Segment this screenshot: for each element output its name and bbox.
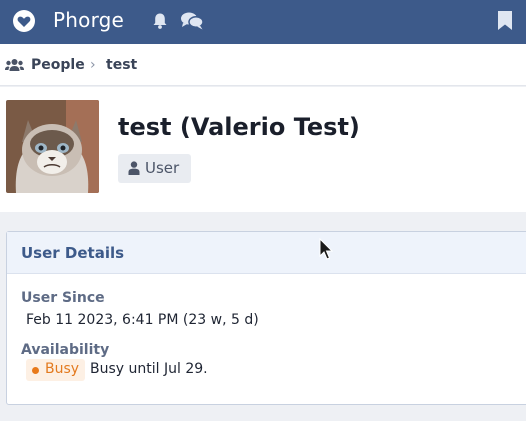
availability-text: Busy until Jul 29. xyxy=(90,361,208,377)
user-icon xyxy=(128,161,140,175)
bell-icon[interactable] xyxy=(151,12,169,30)
mouse-cursor-icon xyxy=(319,238,333,260)
avatar[interactable] xyxy=(6,100,99,193)
role-tag[interactable]: User xyxy=(118,154,191,183)
panel-header: User Details xyxy=(7,232,526,274)
profile-name: test (Valerio Test) xyxy=(118,113,360,141)
busy-dot-icon xyxy=(32,367,39,374)
cat-avatar-image xyxy=(6,100,99,193)
breadcrumb-people-link[interactable]: People xyxy=(31,57,85,73)
user-since-value: Feb 11 2023, 6:41 PM (23 w, 5 d) xyxy=(26,312,259,328)
people-icon xyxy=(5,59,24,71)
top-bar: Phorge xyxy=(0,0,526,44)
breadcrumb: People › test xyxy=(0,44,526,86)
availability-status-badge: Busy xyxy=(26,359,85,381)
user-details-panel: User Details User Since Feb 11 2023, 6:4… xyxy=(6,231,526,405)
breadcrumb-separator: › xyxy=(90,57,96,73)
heart-icon[interactable] xyxy=(12,9,36,33)
chat-icon[interactable] xyxy=(180,11,204,31)
bookmark-icon[interactable] xyxy=(497,10,513,31)
user-since-label: User Since xyxy=(21,290,105,306)
breadcrumb-current-user[interactable]: test xyxy=(106,57,137,73)
availability-status: Busy xyxy=(45,361,80,377)
availability-label: Availability xyxy=(21,342,110,358)
role-label: User xyxy=(145,159,180,177)
brand-name[interactable]: Phorge xyxy=(53,8,124,32)
profile-header: test (Valerio Test) User xyxy=(0,87,526,212)
panel-title: User Details xyxy=(21,244,125,262)
